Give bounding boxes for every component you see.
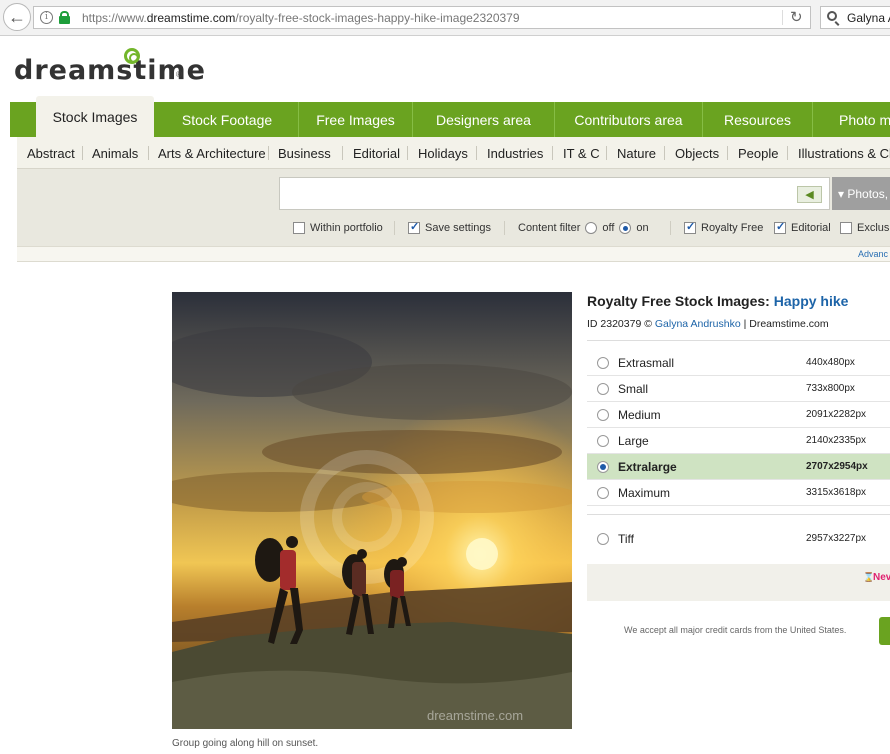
editorial-checkbox[interactable] bbox=[774, 220, 786, 234]
tab-stock-footage[interactable]: Stock Footage bbox=[156, 102, 299, 137]
browser-search-text: Galyna A bbox=[847, 11, 890, 25]
category-divider bbox=[407, 146, 408, 160]
image-caption: Group going along hill on sunset. bbox=[172, 738, 319, 749]
info-icon[interactable]: i bbox=[40, 11, 53, 24]
size-divider bbox=[587, 514, 890, 515]
category-arts-architecture[interactable]: Arts & Architecture bbox=[158, 137, 266, 169]
left-arrow-icon[interactable]: ◀ bbox=[797, 186, 822, 203]
size-row-medium[interactable]: Medium 2091x2282px bbox=[587, 402, 890, 428]
category-divider bbox=[787, 146, 788, 160]
size-radio[interactable] bbox=[597, 487, 609, 499]
size-radio[interactable] bbox=[597, 383, 609, 395]
option-divider bbox=[670, 221, 671, 235]
category-editorial[interactable]: Editorial bbox=[353, 137, 400, 169]
browser-search-input[interactable]: Galyna A bbox=[820, 6, 890, 29]
category-divider bbox=[552, 146, 553, 160]
category-divider bbox=[268, 146, 269, 160]
search-options: Within portfolio Save settings Content f… bbox=[17, 219, 890, 237]
watermark-text: dreamstime.com bbox=[427, 708, 523, 723]
size-radio[interactable] bbox=[597, 357, 609, 369]
size-radio[interactable] bbox=[597, 409, 609, 421]
reload-icon[interactable]: ↻ bbox=[790, 8, 803, 26]
tab-photo-more[interactable]: Photo m bbox=[813, 102, 890, 137]
size-radio[interactable] bbox=[597, 533, 609, 545]
logo-registered-mark: ® bbox=[176, 70, 182, 79]
author-link[interactable]: Galyna Andrushko bbox=[655, 318, 741, 330]
image-title: Royalty Free Stock Images: Happy hike bbox=[587, 293, 849, 309]
content-filter-option: Content filter off on bbox=[518, 222, 649, 234]
image-search-input[interactable] bbox=[279, 177, 830, 210]
image-id-line: ID 2320379 © Galyna Andrushko | Dreamsti… bbox=[587, 318, 829, 330]
category-it-c[interactable]: IT & C bbox=[563, 137, 600, 169]
url-divider bbox=[782, 10, 783, 25]
main-navigation: Stock Images Stock Footage Free Images D… bbox=[10, 96, 890, 137]
royalty-free-option[interactable]: Royalty Free bbox=[684, 219, 763, 237]
within-portfolio-option[interactable]: Within portfolio bbox=[293, 219, 383, 237]
category-divider bbox=[148, 146, 149, 160]
editorial-option[interactable]: Editorial bbox=[774, 219, 831, 237]
media-type-select[interactable]: ▾ Photos, illu bbox=[832, 177, 890, 210]
category-business[interactable]: Business bbox=[278, 137, 331, 169]
category-divider bbox=[606, 146, 607, 160]
size-row-maximum[interactable]: Maximum 3315x3618px bbox=[587, 480, 890, 506]
advanced-search-bar: Advanc bbox=[17, 246, 890, 262]
royalty-free-checkbox[interactable] bbox=[684, 220, 696, 234]
category-people[interactable]: People bbox=[738, 137, 778, 169]
category-divider bbox=[664, 146, 665, 160]
size-row-large[interactable]: Large 2140x2335px bbox=[587, 428, 890, 454]
filter-on-radio[interactable] bbox=[619, 222, 632, 234]
back-arrow-icon[interactable]: ← bbox=[3, 3, 31, 31]
size-row-extralarge[interactable]: Extralarge 2707x2954px bbox=[587, 454, 890, 480]
size-row-small[interactable]: Small 733x800px bbox=[587, 376, 890, 402]
category-divider bbox=[342, 146, 343, 160]
size-radio[interactable] bbox=[597, 435, 609, 447]
size-radio-selected[interactable] bbox=[597, 461, 609, 473]
credit-cards-note: We accept all major credit cards from th… bbox=[624, 625, 847, 635]
save-settings-option[interactable]: Save settings bbox=[408, 219, 491, 237]
tab-resources[interactable]: Resources bbox=[703, 102, 813, 137]
tab-free-images[interactable]: Free Images bbox=[299, 102, 413, 137]
category-divider bbox=[476, 146, 477, 160]
category-industries[interactable]: Industries bbox=[487, 137, 543, 169]
address-bar[interactable]: i https://www.dreamstime.com/royalty-fre… bbox=[33, 6, 811, 29]
logo-swirl-icon bbox=[124, 48, 140, 64]
size-options: Extrasmall 440x480px Small 733x800px Mediu… bbox=[587, 340, 890, 546]
category-holidays[interactable]: Holidays bbox=[418, 137, 468, 169]
category-nature[interactable]: Nature bbox=[617, 137, 656, 169]
save-settings-checkbox[interactable] bbox=[408, 220, 420, 234]
category-navigation: Abstract Animals Arts & Architecture Bus… bbox=[17, 137, 890, 169]
size-row-extrasmall[interactable]: Extrasmall 440x480px bbox=[587, 350, 890, 376]
advanced-search-link[interactable]: Advanc bbox=[858, 249, 888, 259]
category-abstract[interactable]: Abstract bbox=[27, 137, 75, 169]
stock-photo[interactable]: dreamstime.com bbox=[172, 292, 572, 729]
category-objects[interactable]: Objects bbox=[675, 137, 719, 169]
exclusive-checkbox[interactable] bbox=[840, 222, 852, 234]
filter-off-radio[interactable] bbox=[585, 222, 598, 234]
url-text[interactable]: https://www.dreamstime.com/royalty-free-… bbox=[82, 11, 520, 25]
hikers-sunset-photo: dreamstime.com bbox=[172, 292, 572, 729]
search-icon bbox=[827, 11, 837, 21]
tab-designers-area[interactable]: Designers area bbox=[413, 102, 555, 137]
browser-toolbar: ← i https://www.dreamstime.com/royalty-f… bbox=[0, 0, 890, 36]
within-portfolio-checkbox[interactable] bbox=[293, 222, 305, 234]
category-divider bbox=[727, 146, 728, 160]
option-divider bbox=[394, 221, 395, 235]
search-panel: ◀ ▾ Photos, illu Within portfolio Save s… bbox=[17, 169, 890, 246]
buy-button[interactable] bbox=[879, 617, 890, 645]
option-divider bbox=[504, 221, 505, 235]
category-divider bbox=[82, 146, 83, 160]
tab-stock-images[interactable]: Stock Images bbox=[36, 96, 154, 137]
exclusive-option[interactable]: Exclus bbox=[840, 219, 889, 237]
new-feature-box: ⌛ Nev bbox=[587, 564, 890, 601]
size-row-tiff[interactable]: Tiff 2957x3227px bbox=[587, 526, 890, 552]
category-illustrations[interactable]: Illustrations & Cli bbox=[798, 137, 890, 169]
new-label[interactable]: Nev bbox=[873, 572, 890, 583]
category-animals[interactable]: Animals bbox=[92, 137, 138, 169]
tab-contributors-area[interactable]: Contributors area bbox=[555, 102, 703, 137]
lock-icon bbox=[59, 11, 70, 24]
